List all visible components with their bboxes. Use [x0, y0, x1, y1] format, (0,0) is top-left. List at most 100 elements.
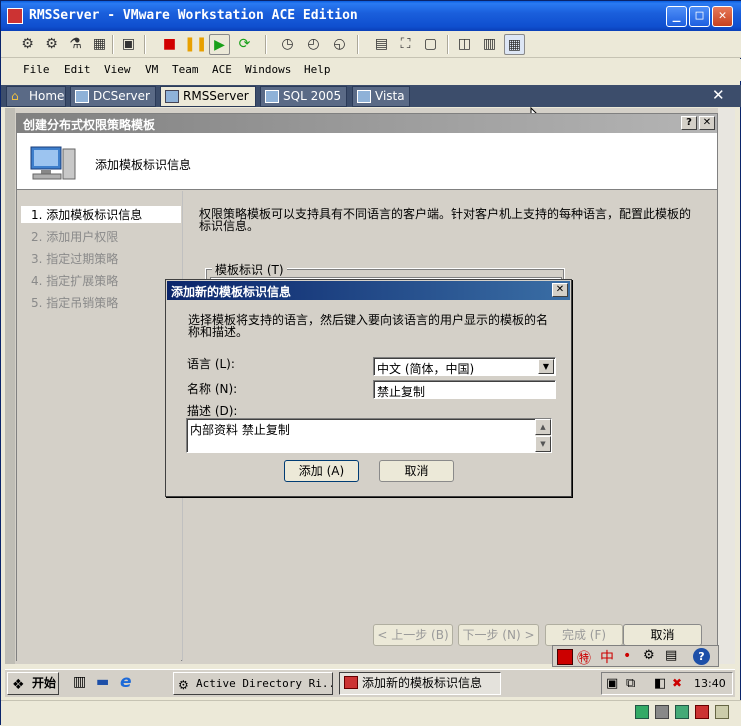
reset-icon[interactable]: ⟳	[234, 34, 255, 55]
soft-keyboard-icon[interactable]: ⚙	[643, 648, 655, 663]
wizard-cancel-button[interactable]: 取消	[623, 624, 702, 646]
step-add-user-rights: 2. 添加用户权限	[31, 230, 119, 244]
task-label: Active Directory Ri...	[196, 677, 333, 690]
snapshot-manager-icon[interactable]: ⚗	[65, 34, 86, 55]
device-hdd-icon[interactable]	[635, 705, 649, 719]
device-cdrom-icon[interactable]	[655, 705, 669, 719]
add-button[interactable]: 添加 (A)	[284, 460, 359, 482]
guest-taskbar: ❖ 开始 ▥ ▬ e ⚙ Active Directory Ri... 添加新的…	[5, 669, 735, 697]
tab-vista[interactable]: Vista	[352, 86, 410, 107]
tab-label: DCServer	[93, 89, 150, 103]
show-tabs-icon[interactable]: ▦	[504, 34, 525, 55]
dialog-close-button[interactable]: ✕	[552, 283, 568, 297]
close-button[interactable]: ✕	[712, 6, 733, 27]
tab-dcserver[interactable]: DCServer	[70, 86, 156, 107]
language-select[interactable]: 中文 (简体，中国) ▼	[373, 357, 556, 376]
device-usb-icon[interactable]	[695, 705, 709, 719]
clone-icon[interactable]: ▦	[89, 34, 110, 55]
menu-edit[interactable]: Edit	[64, 63, 91, 76]
chevron-down-icon[interactable]: ▼	[538, 359, 554, 374]
wizard-description: 权限策略模板可以支持具有不同语言的客户端。针对客户机上支持的每种语言，配置此模板…	[199, 207, 692, 233]
take-snapshot-icon[interactable]: ◷	[277, 34, 298, 55]
toolbar-separator	[144, 35, 146, 54]
appliance-view-icon[interactable]: ▥	[479, 34, 500, 55]
menu-file[interactable]: File	[23, 63, 50, 76]
tray-network-icon[interactable]: ⧉	[626, 676, 635, 691]
description-scrollbar[interactable]: ▲ ▼	[535, 419, 551, 452]
console-view-icon[interactable]: ◫	[454, 34, 475, 55]
step-extended-policy: 4. 指定扩展策略	[31, 274, 119, 288]
task-active-directory[interactable]: ⚙ Active Directory Ri...	[173, 672, 333, 695]
description-textarea[interactable]: 内部资料 禁止复制 ▲ ▼	[186, 418, 552, 453]
close-tab-icon[interactable]: ✕	[712, 86, 725, 104]
task-label: 添加新的模板标识信息	[362, 676, 483, 690]
scroll-up-icon[interactable]: ▲	[535, 419, 551, 435]
internet-explorer-icon[interactable]: e	[120, 672, 132, 692]
menu-vm[interactable]: VM	[145, 63, 158, 76]
tray-app-icon[interactable]: ▣	[606, 676, 618, 691]
app-icon: ⚙	[178, 678, 189, 692]
name-label: 名称 (N):	[187, 382, 238, 396]
tab-home[interactable]: ⌂ Home	[6, 86, 66, 107]
wizard-title-bar: 创建分布式权限策略模板 ? ✕	[17, 114, 717, 133]
group-label: 模板标识 (T)	[212, 261, 287, 278]
maximize-button[interactable]: □	[689, 6, 710, 27]
start-label: 开始	[32, 676, 57, 690]
dialog-cancel-button[interactable]: 取消	[379, 460, 454, 482]
wizard-close-button[interactable]: ✕	[699, 116, 715, 130]
add-identification-dialog: 添加新的模板标识信息 ✕ 选择模板将支持的语言，然后键入要向该语言的用户显示的模…	[165, 279, 572, 497]
help-icon[interactable]: ?	[693, 648, 710, 665]
full-screen-icon[interactable]: ⛶	[395, 34, 416, 55]
help-button[interactable]: ?	[681, 116, 697, 130]
vm-tab-bar: ⌂ Home DCServer RMSServer SQL 2005 Vista	[1, 85, 741, 107]
menu-team[interactable]: Team	[172, 63, 199, 76]
manage-snapshots-icon[interactable]: ◵	[329, 34, 350, 55]
summary-view-icon[interactable]: ▤	[371, 34, 392, 55]
capture-icon[interactable]: ▣	[118, 34, 139, 55]
menu-windows[interactable]: Windows	[245, 63, 291, 76]
start-button[interactable]: ❖ 开始	[7, 672, 59, 695]
device-network-icon[interactable]	[675, 705, 689, 719]
snapshot-icon[interactable]: ⚙	[17, 34, 38, 55]
revert-snapshot-icon[interactable]: ⚙	[41, 34, 62, 55]
punctuation-icon[interactable]: •	[623, 648, 631, 664]
tray-display-icon[interactable]: ◧	[654, 676, 666, 691]
app-icon	[344, 676, 358, 689]
next-button[interactable]: 下一步 (N) >	[458, 624, 539, 646]
vmware-title-bar: RMSServer - VMware Workstation ACE Editi…	[1, 1, 741, 31]
show-desktop-icon[interactable]: ▬	[96, 674, 109, 690]
minimize-button[interactable]: _	[666, 6, 687, 27]
task-add-identification[interactable]: 添加新的模板标识信息	[339, 672, 501, 695]
tab-label: RMSServer	[183, 89, 249, 103]
menu-view[interactable]: View	[104, 63, 131, 76]
name-input[interactable]: 禁止复制	[373, 380, 556, 399]
tab-label: Vista	[375, 89, 405, 103]
server-manager-icon[interactable]: ▥	[73, 674, 86, 690]
tab-rmsserver[interactable]: RMSServer	[160, 86, 256, 107]
step-add-identification: 1. 添加模板标识信息	[21, 206, 181, 223]
clock: 13:40	[694, 677, 726, 690]
language-label: 语言 (L):	[187, 357, 235, 371]
vmware-window: RMSServer - VMware Workstation ACE Editi…	[0, 0, 741, 726]
menu-ace[interactable]: ACE	[212, 63, 232, 76]
settings-icon[interactable]: ▤	[665, 648, 677, 663]
back-button[interactable]: < 上一步 (B)	[373, 624, 453, 646]
suspend-icon[interactable]: ❚❚	[184, 34, 207, 55]
message-log-icon[interactable]	[715, 705, 729, 719]
revert-icon[interactable]: ◴	[303, 34, 324, 55]
menu-help[interactable]: Help	[304, 63, 331, 76]
tab-sql-2005[interactable]: SQL 2005	[260, 86, 347, 107]
volume-muted-icon[interactable]: ✖	[672, 676, 682, 690]
wizard-title: 创建分布式权限策略模板	[23, 118, 156, 132]
tab-label: SQL 2005	[283, 89, 342, 103]
quick-switch-icon[interactable]: ▢	[420, 34, 441, 55]
vm-icon	[265, 90, 279, 103]
system-tray: ▣ ⧉ ◧ ✖ 13:40	[601, 672, 733, 695]
ime-label[interactable]: 中	[600, 647, 614, 667]
ime-logo-icon[interactable]	[557, 649, 573, 665]
scroll-down-icon[interactable]: ▼	[535, 436, 551, 452]
ime-mode-icon[interactable]: ㊕	[577, 648, 591, 668]
power-on-icon[interactable]: ▶	[209, 34, 230, 55]
finish-button[interactable]: 完成 (F)	[545, 624, 623, 646]
power-off-icon[interactable]: ■	[159, 34, 180, 55]
